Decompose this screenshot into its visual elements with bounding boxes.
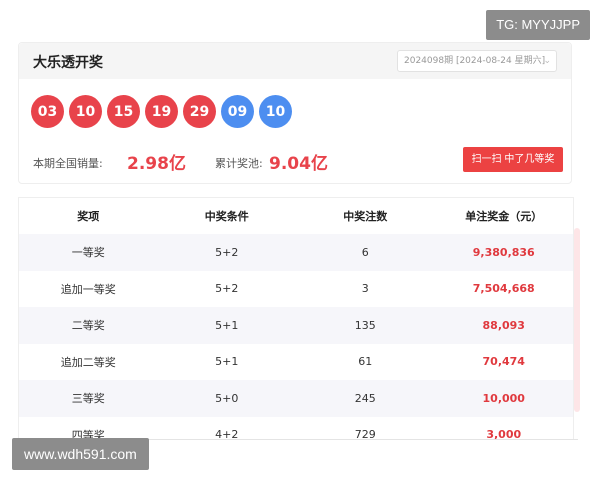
red-ball: 29 (183, 95, 216, 128)
pool-label: 累计奖池: (215, 157, 263, 170)
sales-label: 本期全国销量: (33, 157, 103, 170)
amount-cell: 3,000 (486, 428, 522, 439)
table-header: 奖项 中奖条件 中奖注数 单注奖金（元） (19, 198, 573, 234)
card-title: 大乐透开奖 (33, 55, 103, 71)
header-amount: 单注奖金（元） (465, 210, 543, 223)
watermark-top: TG: MYYJJPP (486, 10, 590, 40)
pool-value: 9.04亿 (269, 154, 328, 174)
draw-stats: 本期全国销量: 2.98亿 累计奖池: 9.04亿 扫一扫 中了几等奖 (33, 147, 563, 174)
header-winners: 中奖注数 (343, 210, 388, 223)
scan-button[interactable]: 扫一扫 中了几等奖 (463, 147, 563, 172)
table-row: 三等奖 5+0 245 10,000 (19, 380, 573, 417)
condition-cell: 5+2 (215, 282, 239, 296)
blue-ball: 09 (221, 95, 254, 128)
table-row: 追加一等奖 5+2 3 7,504,668 (19, 271, 573, 308)
condition-cell: 5+0 (215, 391, 239, 405)
winning-numbers: 03 10 15 19 29 09 10 (31, 95, 292, 128)
red-ball: 03 (31, 95, 64, 128)
header-prize: 奖项 (77, 210, 100, 223)
chevron-down-icon: ⌄ (543, 56, 551, 66)
condition-cell: 5+2 (215, 245, 239, 259)
prize-cell: 三等奖 (71, 392, 105, 406)
winners-cell: 6 (361, 245, 369, 259)
card-header: 大乐透开奖 2024098期 [2024-08-24 星期六] ⌄ (19, 43, 571, 79)
condition-cell: 5+1 (215, 318, 239, 332)
amount-cell: 7,504,668 (472, 282, 535, 296)
red-ball: 15 (107, 95, 140, 128)
amount-cell: 88,093 (482, 318, 525, 332)
issue-select[interactable]: 2024098期 [2024-08-24 星期六] ⌄ (397, 50, 557, 72)
prize-cell: 追加一等奖 (60, 282, 116, 296)
table-row: 一等奖 5+2 6 9,380,836 (19, 234, 573, 271)
amount-cell: 70,474 (482, 355, 525, 369)
prize-cell: 一等奖 (71, 246, 105, 260)
table-row: 二等奖 5+1 135 88,093 (19, 307, 573, 344)
blue-ball: 10 (259, 95, 292, 128)
winners-cell: 729 (354, 428, 376, 439)
winners-cell: 3 (361, 282, 369, 296)
prize-cell: 二等奖 (71, 319, 105, 333)
page: 大乐透开奖 2024098期 [2024-08-24 星期六] ⌄ 03 10 … (0, 0, 600, 480)
red-ball: 19 (145, 95, 178, 128)
red-ball: 10 (69, 95, 102, 128)
sales-value: 2.98亿 (127, 154, 186, 174)
side-scroll-strip (574, 228, 580, 412)
watermark-bottom: www.wdh591.com (12, 438, 149, 470)
condition-cell: 5+1 (215, 355, 239, 369)
amount-cell: 9,380,836 (472, 245, 535, 259)
table-row: 四等奖 4+2 729 3,000 (19, 417, 573, 439)
header-condition: 中奖条件 (204, 210, 249, 223)
table-row: 追加二等奖 5+1 61 70,474 (19, 344, 573, 381)
winners-cell: 135 (354, 318, 376, 332)
condition-cell: 4+2 (215, 428, 239, 439)
winners-cell: 245 (354, 391, 376, 405)
lottery-draw-card: 大乐透开奖 2024098期 [2024-08-24 星期六] ⌄ 03 10 … (18, 42, 572, 184)
prize-cell: 追加二等奖 (60, 355, 116, 369)
prize-table: 奖项 中奖条件 中奖注数 单注奖金（元） 一等奖 5+2 6 9,380,836… (18, 197, 574, 439)
issue-select-value: 2024098期 [2024-08-24 星期六] (404, 56, 546, 66)
winners-cell: 61 (358, 355, 373, 369)
amount-cell: 10,000 (482, 391, 525, 405)
